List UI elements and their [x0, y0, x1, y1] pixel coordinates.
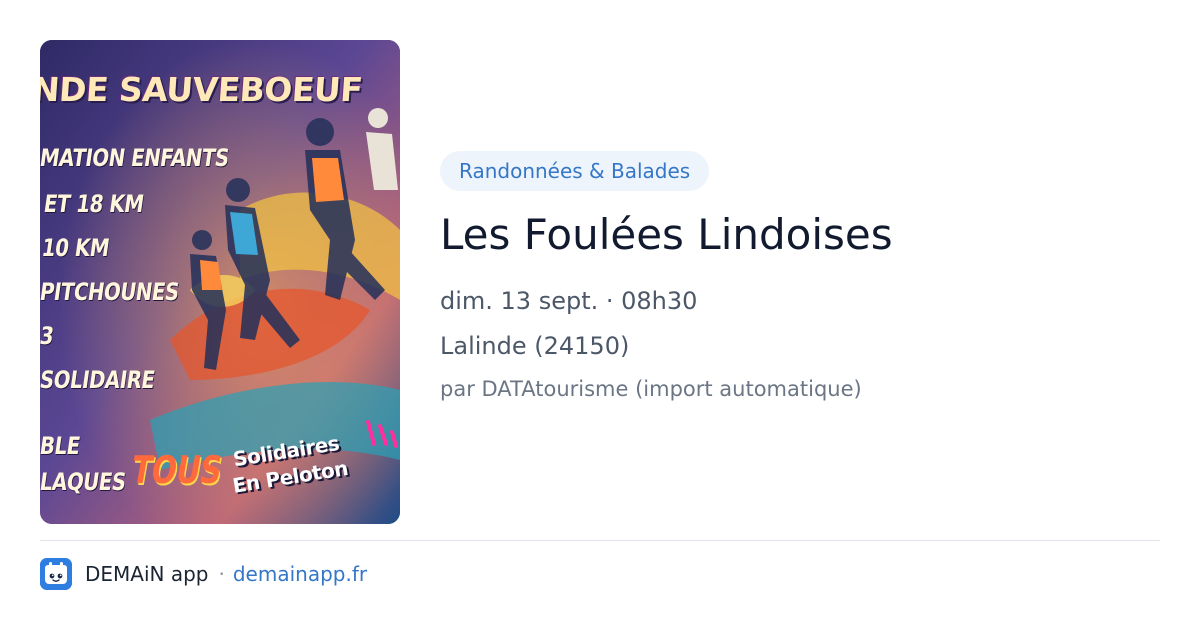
event-location: Lalinde (24150) — [440, 332, 630, 360]
poster-line: LAQUES — [40, 468, 128, 496]
app-name: DEMAiN app — [85, 562, 209, 586]
poster-line: MATION ENFANTS — [40, 144, 231, 172]
poster-title: NDE SAUVEBOEUF — [40, 70, 364, 109]
poster-line: ET 18 KM — [42, 190, 146, 218]
event-title[interactable]: Les Foulées Lindoises — [440, 208, 893, 262]
app-url-link[interactable]: demainapp.fr — [233, 562, 367, 586]
footer: DEMAiN app · demainapp.fr — [40, 558, 367, 590]
poster-line: BLE — [40, 432, 82, 460]
app-logo-icon[interactable] — [40, 558, 72, 590]
poster-tous-label: TOUS — [128, 448, 226, 492]
event-date: dim. 13 sept. · 08h30 — [440, 287, 698, 315]
event-poster-image[interactable]: NDE SAUVEBOEUF MATION ENFANTS ET 18 KM 1… — [40, 40, 400, 524]
event-source: par DATAtourisme (import automatique) — [440, 377, 862, 401]
poster-line: PITCHOUNES — [40, 278, 181, 306]
poster-line: SOLIDAIRE — [40, 366, 157, 394]
footer-divider — [40, 540, 1160, 541]
footer-separator: · — [218, 562, 225, 586]
category-badge[interactable]: Randonnées & Balades — [440, 151, 710, 191]
poster-line: 10 KM — [40, 234, 111, 262]
